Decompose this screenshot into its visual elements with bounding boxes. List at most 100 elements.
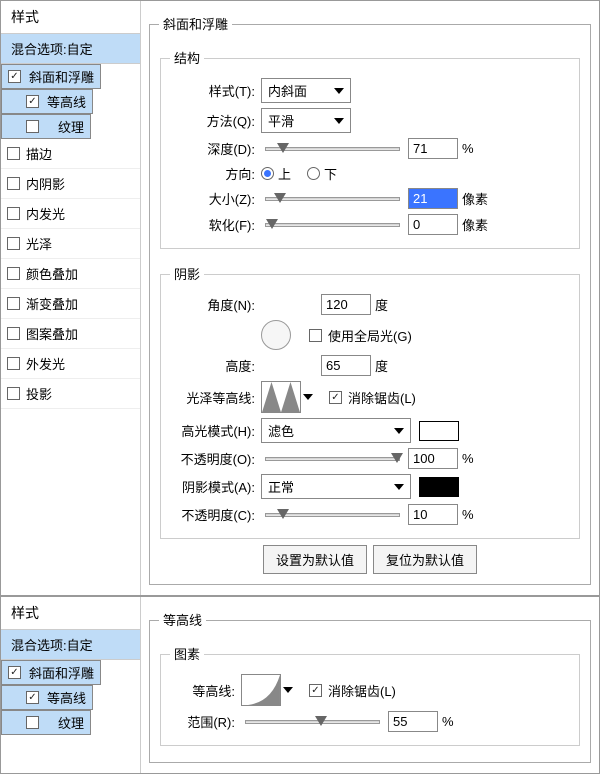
highlight-color-swatch[interactable] bbox=[419, 421, 459, 441]
soften-label: 软化(F): bbox=[171, 215, 261, 234]
sidebar-item-label: 图案叠加 bbox=[26, 324, 78, 343]
style-checkbox[interactable] bbox=[7, 177, 20, 190]
sidebar-item-label: 投影 bbox=[26, 384, 52, 403]
sidebar-item-label: 内发光 bbox=[26, 204, 65, 223]
chevron-down-icon[interactable] bbox=[283, 687, 293, 693]
style-label: 样式(T): bbox=[171, 81, 261, 100]
structure-title: 结构 bbox=[170, 48, 204, 67]
style-checkbox[interactable] bbox=[7, 327, 20, 340]
degree-unit: 度 bbox=[375, 295, 388, 314]
direction-label: 方向: bbox=[171, 164, 261, 183]
sidebar-item[interactable]: 内阴影 bbox=[1, 169, 140, 199]
style-checkbox[interactable] bbox=[7, 207, 20, 220]
sidebar-item-label: 纹理 bbox=[58, 117, 84, 136]
angle-input[interactable]: 120 bbox=[321, 294, 371, 315]
sidebar-item-label: 斜面和浮雕 bbox=[29, 67, 94, 86]
contour-label: 等高线: bbox=[171, 681, 241, 700]
soften-slider[interactable] bbox=[265, 223, 400, 227]
elements-title: 图素 bbox=[170, 644, 204, 663]
global-light-checkbox[interactable] bbox=[309, 329, 322, 342]
contour-main: 等高线 图素 等高线: 消除锯齿(L) 范围(R): 55 % bbox=[141, 597, 599, 773]
sidebar-item-label: 等高线 bbox=[47, 688, 86, 707]
shading-title: 阴影 bbox=[170, 264, 204, 283]
sidebar-item-label: 颜色叠加 bbox=[26, 264, 78, 283]
bevel-main: 斜面和浮雕 结构 样式(T): 内斜面 方法(Q): 平滑 深度(D): 71 … bbox=[141, 1, 599, 595]
size-slider[interactable] bbox=[265, 197, 400, 201]
style-checkbox[interactable] bbox=[26, 716, 39, 729]
sidebar-item-label: 纹理 bbox=[58, 713, 84, 732]
soften-input[interactable]: 0 bbox=[408, 214, 458, 235]
reset-default-button[interactable]: 复位为默认值 bbox=[373, 545, 477, 574]
sidebar-item[interactable]: 斜面和浮雕 bbox=[1, 660, 101, 685]
chevron-down-icon bbox=[334, 118, 344, 124]
direction-down-radio[interactable] bbox=[307, 167, 320, 180]
style-checkbox[interactable] bbox=[7, 357, 20, 370]
antialias-label: 消除锯齿(L) bbox=[328, 681, 396, 700]
style-checkbox[interactable] bbox=[7, 387, 20, 400]
sidebar-item[interactable]: 外发光 bbox=[1, 349, 140, 379]
shadow-opacity-slider[interactable] bbox=[265, 513, 400, 517]
style-select[interactable]: 内斜面 bbox=[261, 78, 351, 103]
blend-options-header[interactable]: 混合选项:自定 bbox=[1, 630, 140, 660]
gloss-contour-picker[interactable] bbox=[261, 381, 301, 413]
chevron-down-icon bbox=[394, 484, 404, 490]
shadow-opacity-input[interactable]: 10 bbox=[408, 504, 458, 525]
chevron-down-icon bbox=[334, 88, 344, 94]
highlight-opacity-slider[interactable] bbox=[265, 457, 400, 461]
sidebar-item[interactable]: 渐变叠加 bbox=[1, 289, 140, 319]
make-default-button[interactable]: 设置为默认值 bbox=[263, 545, 367, 574]
sidebar-item-label: 光泽 bbox=[26, 234, 52, 253]
percent-unit: % bbox=[462, 451, 474, 466]
styles-header: 样式 bbox=[1, 597, 140, 630]
style-checkbox[interactable] bbox=[8, 666, 21, 679]
sidebar-item[interactable]: 投影 bbox=[1, 379, 140, 409]
range-input[interactable]: 55 bbox=[388, 711, 438, 732]
antialias-checkbox[interactable] bbox=[309, 684, 322, 697]
highlight-mode-select[interactable]: 滤色 bbox=[261, 418, 411, 443]
pixel-unit: 像素 bbox=[462, 189, 488, 208]
style-checkbox[interactable] bbox=[26, 691, 39, 704]
shadow-mode-select[interactable]: 正常 bbox=[261, 474, 411, 499]
contour-panel: 样式 混合选项:自定 斜面和浮雕等高线纹理 等高线 图素 等高线: 消除锯齿(L… bbox=[0, 596, 600, 774]
range-slider[interactable] bbox=[245, 720, 380, 724]
sidebar-item[interactable]: 斜面和浮雕 bbox=[1, 64, 101, 89]
method-select[interactable]: 平滑 bbox=[261, 108, 351, 133]
sidebar-item[interactable]: 图案叠加 bbox=[1, 319, 140, 349]
depth-slider[interactable] bbox=[265, 147, 400, 151]
sidebar-item[interactable]: 描边 bbox=[1, 139, 140, 169]
range-label: 范围(R): bbox=[171, 712, 241, 731]
style-checkbox[interactable] bbox=[8, 70, 21, 83]
highlight-opacity-label: 不透明度(O): bbox=[171, 449, 261, 468]
sidebar-item[interactable]: 内发光 bbox=[1, 199, 140, 229]
sidebar-item[interactable]: 纹理 bbox=[1, 114, 91, 139]
sidebar-item-label: 渐变叠加 bbox=[26, 294, 78, 313]
contour-picker[interactable] bbox=[241, 674, 281, 706]
chevron-down-icon[interactable] bbox=[303, 394, 313, 400]
sidebar-item[interactable]: 纹理 bbox=[1, 710, 91, 735]
sidebar-item[interactable]: 光泽 bbox=[1, 229, 140, 259]
shadow-color-swatch[interactable] bbox=[419, 477, 459, 497]
degree-unit: 度 bbox=[375, 356, 388, 375]
style-checkbox[interactable] bbox=[7, 267, 20, 280]
blend-options-header[interactable]: 混合选项:自定 bbox=[1, 34, 140, 64]
style-checkbox[interactable] bbox=[7, 147, 20, 160]
sidebar-item-label: 外发光 bbox=[26, 354, 65, 373]
highlight-mode-label: 高光模式(H): bbox=[171, 421, 261, 440]
depth-label: 深度(D): bbox=[171, 139, 261, 158]
size-input[interactable]: 21 bbox=[408, 188, 458, 209]
direction-down-label: 下 bbox=[324, 164, 337, 183]
style-checkbox[interactable] bbox=[26, 120, 39, 133]
depth-input[interactable]: 71 bbox=[408, 138, 458, 159]
style-checkbox[interactable] bbox=[7, 237, 20, 250]
style-checkbox[interactable] bbox=[7, 297, 20, 310]
sidebar-item[interactable]: 等高线 bbox=[1, 685, 93, 710]
style-checkbox[interactable] bbox=[26, 95, 39, 108]
highlight-opacity-input[interactable]: 100 bbox=[408, 448, 458, 469]
antialias-checkbox[interactable] bbox=[329, 391, 342, 404]
direction-up-radio[interactable] bbox=[261, 167, 274, 180]
angle-label: 角度(N): bbox=[171, 295, 261, 314]
sidebar-item[interactable]: 等高线 bbox=[1, 89, 93, 114]
altitude-input[interactable]: 65 bbox=[321, 355, 371, 376]
sidebar-item[interactable]: 颜色叠加 bbox=[1, 259, 140, 289]
angle-dial[interactable] bbox=[261, 320, 291, 350]
